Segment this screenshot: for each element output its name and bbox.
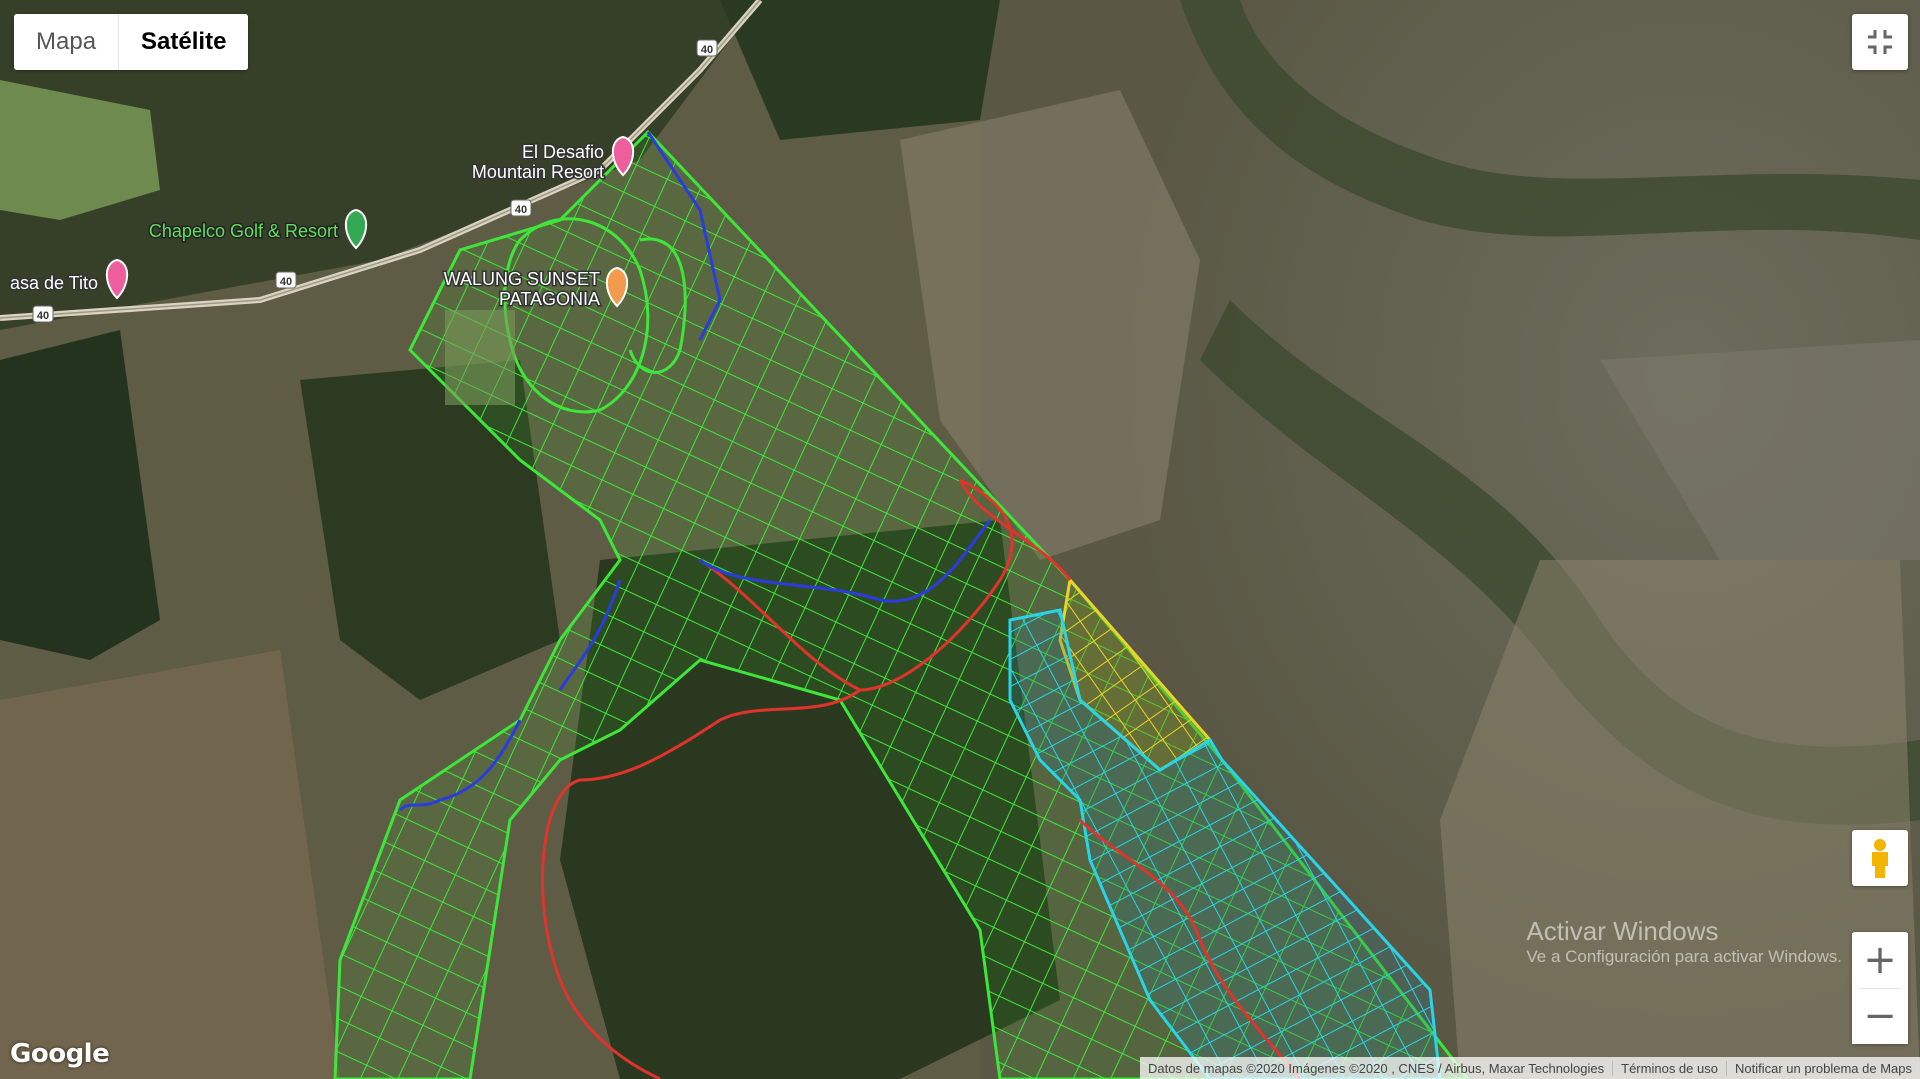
street-view-pegman-button[interactable] bbox=[1852, 830, 1908, 886]
fullscreen-exit-icon bbox=[1868, 30, 1892, 54]
zoom-in-button[interactable]: + bbox=[1852, 932, 1908, 988]
poi-label: PATAGONIA bbox=[499, 289, 600, 309]
route-shield: 40 bbox=[510, 199, 532, 217]
poi-label: WALUNG SUNSET bbox=[444, 269, 600, 289]
watermark-subtitle: Ve a Configuración para activar Windows. bbox=[1526, 947, 1842, 966]
attribution-bar: Datos de mapas ©2020 Imágenes ©2020 , CN… bbox=[1140, 1057, 1920, 1079]
poi-label: El Desafio bbox=[522, 142, 604, 162]
route-shield: 40 bbox=[275, 271, 297, 289]
route-shield: 40 bbox=[32, 305, 54, 323]
map-type-satellite-button[interactable]: Satélite bbox=[119, 14, 249, 70]
route-shield: 40 bbox=[696, 39, 718, 57]
svg-text:40: 40 bbox=[515, 204, 527, 216]
svg-text:40: 40 bbox=[280, 276, 292, 288]
poi-label: asa de Tito bbox=[10, 273, 98, 293]
watermark-title: Activar Windows bbox=[1526, 916, 1719, 946]
map-type-toggle: Mapa Satélite bbox=[14, 14, 249, 70]
poi-label: Chapelco Golf & Resort bbox=[149, 221, 338, 241]
map-data-attribution: Datos de mapas ©2020 Imágenes ©2020 , CN… bbox=[1148, 1060, 1605, 1076]
poi-label: Mountain Resort bbox=[472, 162, 604, 182]
report-problem-link[interactable]: Notificar un problema de Maps bbox=[1725, 1060, 1920, 1076]
zoom-out-button[interactable]: − bbox=[1852, 988, 1908, 1044]
windows-activation-watermark: Activar Windows Ve a Configuración para … bbox=[1526, 916, 1842, 967]
terms-link[interactable]: Términos de uso bbox=[1612, 1060, 1726, 1076]
svg-text:40: 40 bbox=[37, 310, 49, 322]
fullscreen-button[interactable] bbox=[1852, 14, 1908, 70]
pegman-icon bbox=[1872, 839, 1888, 878]
google-logo[interactable]: Google bbox=[10, 1039, 110, 1069]
svg-text:40: 40 bbox=[701, 44, 713, 56]
zoom-control: + − bbox=[1852, 932, 1908, 1044]
map-type-map-button[interactable]: Mapa bbox=[14, 14, 119, 70]
